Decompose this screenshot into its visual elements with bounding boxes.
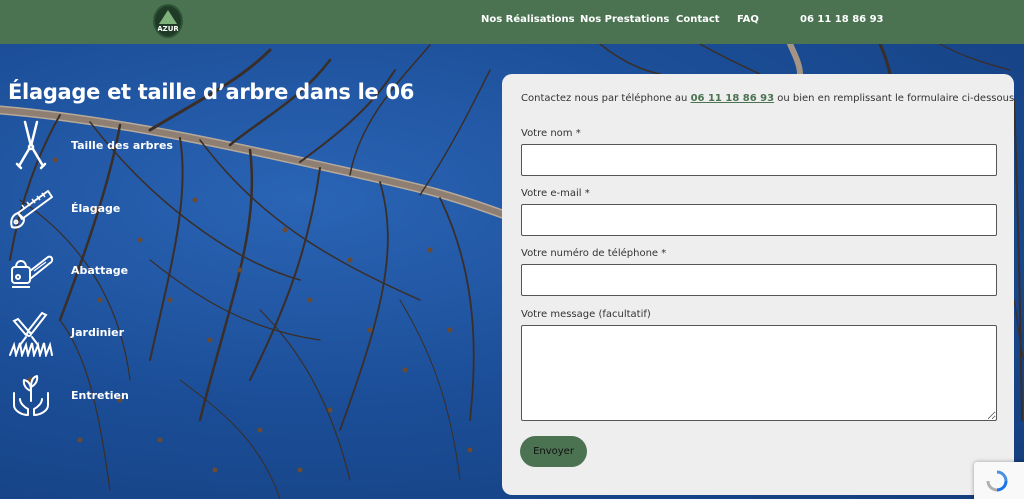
nav-phone-link[interactable]: 06 11 18 86 93: [800, 14, 884, 25]
phone-label: Votre numéro de téléphone *: [521, 248, 667, 259]
email-label: Votre e-mail *: [521, 188, 590, 199]
recaptcha-badge[interactable]: [974, 462, 1024, 499]
chainsaw-icon: [8, 245, 54, 295]
service-label: Élagage: [71, 201, 121, 215]
top-navigation-bar: AZUR Nos Réalisations Nos Prestations Co…: [0, 0, 1024, 44]
service-item-elagage[interactable]: Élagage: [8, 181, 208, 235]
hedge-trimmer-icon: [8, 307, 54, 357]
message-label: Votre message (facultatif): [521, 309, 651, 320]
service-item-entretien[interactable]: Entretien: [8, 368, 208, 422]
service-item-abattage[interactable]: Abattage: [8, 243, 208, 297]
site-logo[interactable]: AZUR: [153, 4, 183, 38]
contact-form-card: Contactez nous par téléphone au 06 11 18…: [502, 74, 1014, 495]
email-input[interactable]: [521, 204, 997, 236]
page-title-strong: Élag: [8, 80, 58, 104]
submit-button[interactable]: Envoyer: [520, 436, 587, 467]
recaptcha-icon: [986, 470, 1008, 492]
tree-icon: [159, 10, 177, 24]
form-intro-text: Contactez nous par téléphone au 06 11 18…: [521, 93, 1015, 104]
nav-link-realisations[interactable]: Nos Réalisations: [481, 14, 575, 25]
message-textarea[interactable]: [521, 325, 997, 421]
service-label: Entretien: [71, 388, 129, 402]
pruning-shears-icon: [8, 120, 54, 170]
service-label: Abattage: [71, 263, 129, 277]
service-item-taille[interactable]: Taille des arbres: [8, 118, 208, 172]
nav-link-contact[interactable]: Contact: [676, 14, 720, 25]
name-label: Votre nom *: [521, 128, 581, 139]
nav-link-prestations[interactable]: Nos Prestations: [580, 14, 669, 25]
logo-text: AZUR: [155, 25, 181, 33]
service-item-jardinier[interactable]: Jardinier: [8, 305, 208, 359]
page-title: Élagage et taille d’arbre dans le 06: [8, 80, 414, 104]
handsaw-icon: [8, 183, 54, 233]
service-label: Taille des arbres: [71, 138, 173, 152]
name-input[interactable]: [521, 144, 997, 176]
service-label: Jardinier: [71, 325, 125, 339]
plant-hands-icon: [8, 370, 54, 420]
page-title-rest: age et taille d’arbre dans le 06: [57, 80, 415, 104]
nav-link-faq[interactable]: FAQ: [737, 14, 759, 25]
intro-phone-link[interactable]: 06 11 18 86 93: [691, 93, 775, 104]
phone-input[interactable]: [521, 264, 997, 296]
